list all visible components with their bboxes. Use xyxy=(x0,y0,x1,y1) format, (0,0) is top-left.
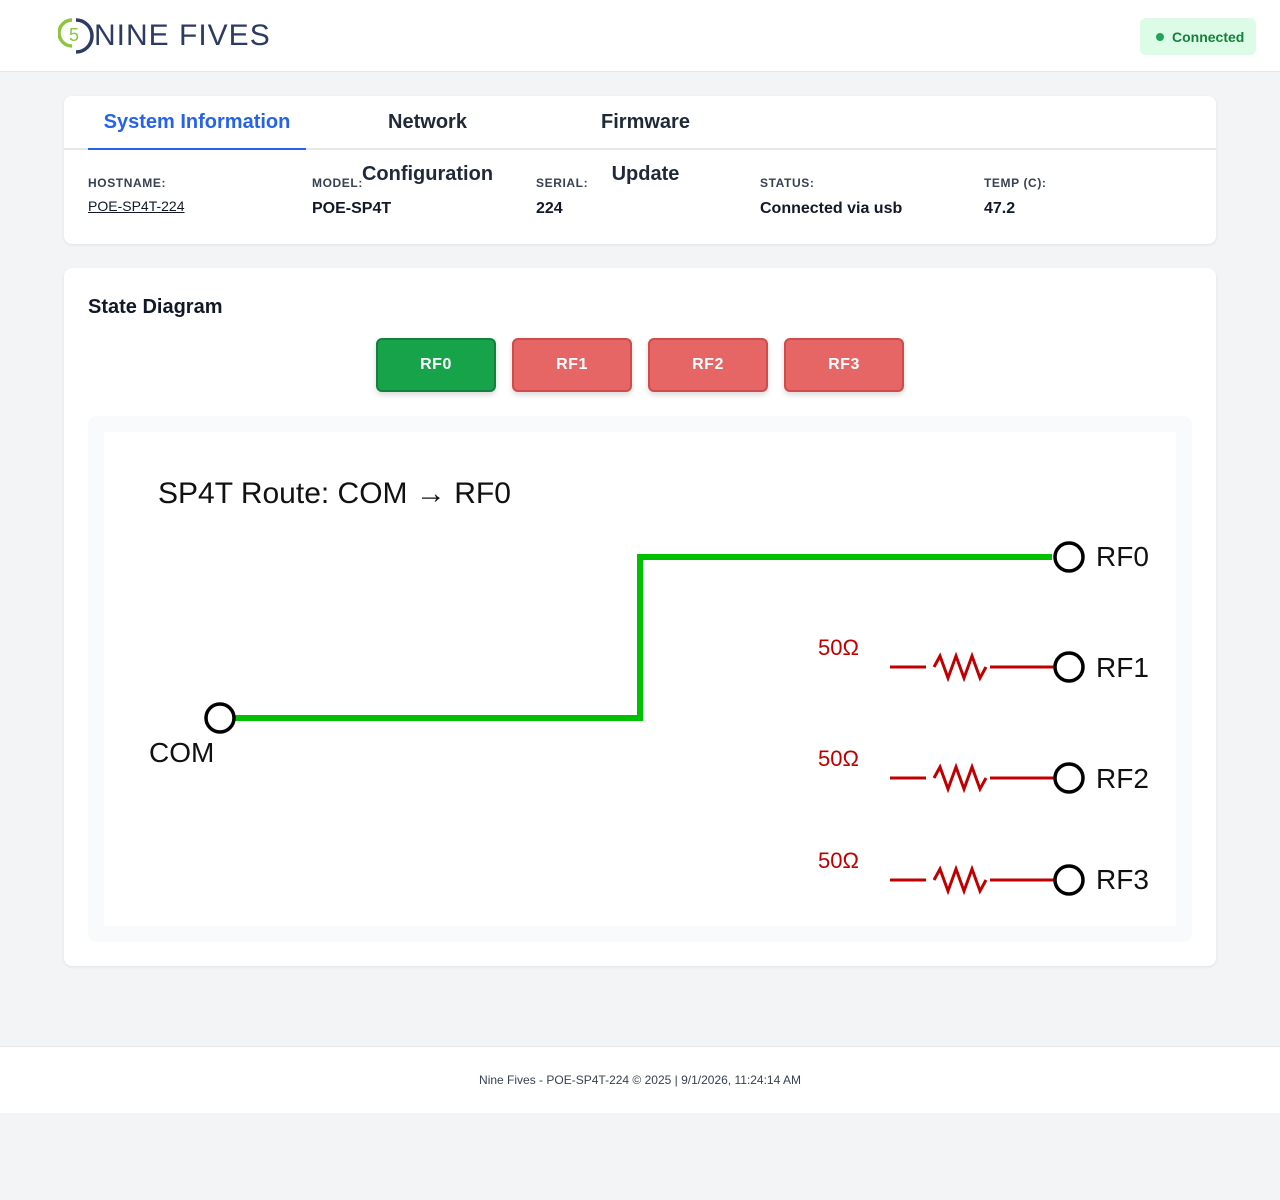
info-temp: TEMP (C): 47.2 xyxy=(984,176,1204,218)
diagram-container: SP4T Route: COM → RF0 COM RF0 50Ω RF1 50… xyxy=(88,416,1192,942)
rf1-termination: 50Ω RF1 xyxy=(818,635,1149,683)
rf1-port-label: RF1 xyxy=(1096,652,1149,683)
rf2-node-icon xyxy=(1053,762,1085,794)
temp-label: TEMP (C): xyxy=(984,176,1047,190)
info-model: MODEL: POE-SP4T xyxy=(312,176,532,218)
active-path-line xyxy=(234,554,1052,721)
rf0-button[interactable]: RF0 xyxy=(376,338,496,392)
rf3-port-label: RF3 xyxy=(1096,864,1149,895)
rf1-button[interactable]: RF1 xyxy=(512,338,632,392)
hostname-label: HOSTNAME: xyxy=(88,176,167,190)
rf1-termination-label: 50Ω xyxy=(818,635,859,660)
page-footer: Nine Fives - POE-SP4T-224 © 2025 | 9/1/2… xyxy=(0,1046,1280,1113)
tab-bar: System Information Network Configuration… xyxy=(64,96,1216,185)
rf2-resistor-icon xyxy=(932,762,988,794)
connection-status-label: Connected xyxy=(1172,28,1245,45)
serial-label: SERIAL: xyxy=(536,176,589,190)
brand-logo[interactable]: 5 NINE FIVES xyxy=(58,14,271,58)
status-dot-icon xyxy=(1156,32,1164,41)
info-hostname: HOSTNAME: POE-SP4T-224 xyxy=(88,176,308,216)
model-label: MODEL: xyxy=(312,176,363,190)
sp4t-switch-diagram: SP4T Route: COM → RF0 COM RF0 50Ω RF1 50… xyxy=(149,477,1149,896)
nine-fives-logo-icon: 5 xyxy=(58,18,94,54)
rf1-node-icon xyxy=(1053,651,1085,683)
rf1-resistor-icon xyxy=(932,651,988,683)
connection-status-badge: Connected xyxy=(1140,18,1256,55)
temp-value: 47.2 xyxy=(984,200,1016,217)
diagram-canvas: SP4T Route: COM → RF0 COM RF0 50Ω RF1 50… xyxy=(104,432,1176,926)
rf0-node-icon xyxy=(1053,541,1085,573)
model-value: POE-SP4T xyxy=(312,200,392,217)
route-title: SP4T Route: COM → RF0 xyxy=(158,477,511,510)
rf2-termination-label: 50Ω xyxy=(818,746,859,771)
state-diagram-title: State Diagram xyxy=(88,296,223,318)
rf0-port-label: RF0 xyxy=(1096,541,1149,572)
brand-name: NINE FIVES xyxy=(94,19,271,52)
rf2-button[interactable]: RF2 xyxy=(648,338,768,392)
state-diagram-card: State Diagram RF0 RF1 RF2 RF3 SP4T Route… xyxy=(64,268,1216,966)
tab-firmware-update[interactable]: Firmware Update xyxy=(569,96,722,185)
serial-value: 224 xyxy=(536,200,563,217)
rf3-node-icon xyxy=(1053,864,1085,896)
hostname-link[interactable]: POE-SP4T-224 xyxy=(88,198,185,214)
tab-system-information[interactable]: System Information xyxy=(88,96,306,150)
rf2-termination: 50Ω RF2 xyxy=(818,746,1149,794)
status-value: Connected via usb xyxy=(760,200,903,217)
app-header: 5 NINE FIVES Connected xyxy=(0,0,1280,72)
rf3-resistor-icon xyxy=(932,864,988,896)
com-node-icon xyxy=(204,702,236,734)
info-serial: SERIAL: 224 xyxy=(536,176,756,218)
status-label: STATUS: xyxy=(760,176,815,190)
com-label: COM xyxy=(149,737,214,768)
system-info-card: System Information Network Configuration… xyxy=(64,96,1216,244)
rf3-termination: 50Ω RF3 xyxy=(818,848,1149,896)
logo-digit: 5 xyxy=(69,25,79,45)
footer-text: Nine Fives - POE-SP4T-224 © 2025 | 9/1/2… xyxy=(479,1073,801,1087)
tab-network-configuration[interactable]: Network Configuration xyxy=(326,96,529,185)
info-status: STATUS: Connected via usb xyxy=(760,176,980,218)
rf3-termination-label: 50Ω xyxy=(818,848,859,873)
rf3-button[interactable]: RF3 xyxy=(784,338,904,392)
rf2-port-label: RF2 xyxy=(1096,763,1149,794)
